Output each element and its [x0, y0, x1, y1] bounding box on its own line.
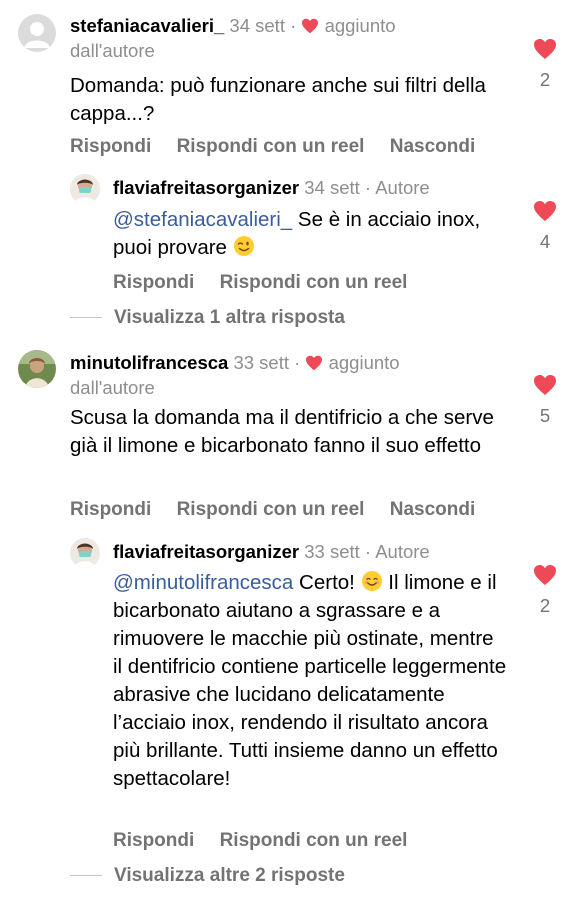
like-control: 5 [525, 374, 565, 427]
heart-like-button[interactable] [533, 200, 557, 222]
like-control: 2 [525, 38, 565, 91]
profile-photo-icon [18, 350, 56, 388]
reply-text: @minutolifrancesca Certo! Il limone e il… [113, 569, 508, 793]
divider [70, 317, 102, 319]
reply-with-reel-button[interactable]: Rispondi con un reel [220, 830, 408, 851]
view-more-label: Visualizza altre 2 risposte [114, 865, 345, 886]
reply-actions: Rispondi Rispondi con un reel [113, 829, 427, 853]
heart-like-button[interactable] [533, 38, 557, 60]
reply-with-reel-button[interactable]: Rispondi con un reel [177, 499, 365, 520]
avatar[interactable] [70, 174, 100, 204]
profile-photo-icon [70, 538, 100, 568]
avatar[interactable] [18, 14, 56, 52]
like-control: 4 [525, 200, 565, 253]
reply-button[interactable]: Rispondi [70, 499, 151, 520]
profile-photo-icon [70, 174, 100, 204]
author-badge: Autore [375, 177, 430, 198]
like-count: 2 [539, 69, 551, 90]
reply-header: flaviafreitasorganizer 33 sett · Autore [113, 541, 430, 562]
avatar[interactable] [70, 538, 100, 568]
reply-actions: Rispondi Rispondi con un reel [113, 271, 427, 295]
smile-emoji-icon [361, 571, 382, 591]
default-avatar-icon [24, 22, 50, 48]
comment-actions: Rispondi Rispondi con un reel Nascondi [70, 498, 495, 522]
view-more-replies[interactable]: Visualizza altre 2 risposte [70, 865, 345, 887]
hide-button[interactable]: Nascondi [390, 136, 476, 157]
comment-header: stefaniacavalieri_ 34 sett · aggiunto da… [70, 15, 396, 61]
reply-body: Il limone e il bicarbonato aiutano a sgr… [113, 571, 507, 790]
hide-button[interactable]: Nascondi [390, 499, 476, 520]
comment-text: Domanda: può funzionare anche sui filtri… [70, 74, 486, 125]
timestamp: 33 sett [304, 541, 360, 562]
reply-text: @stefaniacavalieri_ Se è in acciaio inox… [113, 206, 508, 262]
reply-button[interactable]: Rispondi [113, 272, 194, 293]
reply-with-reel-button[interactable]: Rispondi con un reel [177, 136, 365, 157]
mention-link[interactable]: @stefaniacavalieri_ [113, 208, 292, 231]
author-badge: Autore [375, 541, 430, 562]
reply-button[interactable]: Rispondi [70, 136, 151, 157]
comment-header: minutolifrancesca 33 sett · aggiunto dal… [70, 352, 400, 398]
username[interactable]: flaviafreitasorganizer [113, 177, 299, 198]
reply-button[interactable]: Rispondi [113, 830, 194, 851]
username[interactable]: minutolifrancesca [70, 352, 228, 373]
username[interactable]: stefaniacavalieri_ [70, 15, 224, 36]
timestamp: 33 sett [233, 352, 290, 373]
reply-with-reel-button[interactable]: Rispondi con un reel [220, 272, 408, 293]
comment-text: Scusa la domanda ma il dentifricio a che… [70, 406, 494, 457]
heart-icon [302, 18, 319, 34]
avatar[interactable] [18, 350, 56, 388]
like-control: 2 [525, 564, 565, 617]
timestamp: 34 sett [304, 177, 360, 198]
wink-emoji-icon [233, 236, 254, 256]
like-count: 4 [539, 231, 551, 252]
like-count: 2 [539, 595, 551, 616]
view-more-replies[interactable]: Visualizza 1 altra risposta [70, 307, 345, 329]
like-count: 5 [539, 405, 551, 426]
reply-body-start: Certo! [299, 571, 355, 594]
comment-actions: Rispondi Rispondi con un reel Nascondi [70, 135, 495, 159]
timestamp: 34 sett [229, 15, 285, 36]
heart-like-button[interactable] [533, 374, 557, 396]
heart-icon [306, 355, 323, 371]
username[interactable]: flaviafreitasorganizer [113, 541, 299, 562]
divider [70, 875, 102, 877]
mention-link[interactable]: @minutolifrancesca [113, 571, 293, 594]
reply-header: flaviafreitasorganizer 34 sett · Autore [113, 177, 430, 198]
view-more-label: Visualizza 1 altra risposta [114, 307, 345, 328]
heart-like-button[interactable] [533, 564, 557, 586]
